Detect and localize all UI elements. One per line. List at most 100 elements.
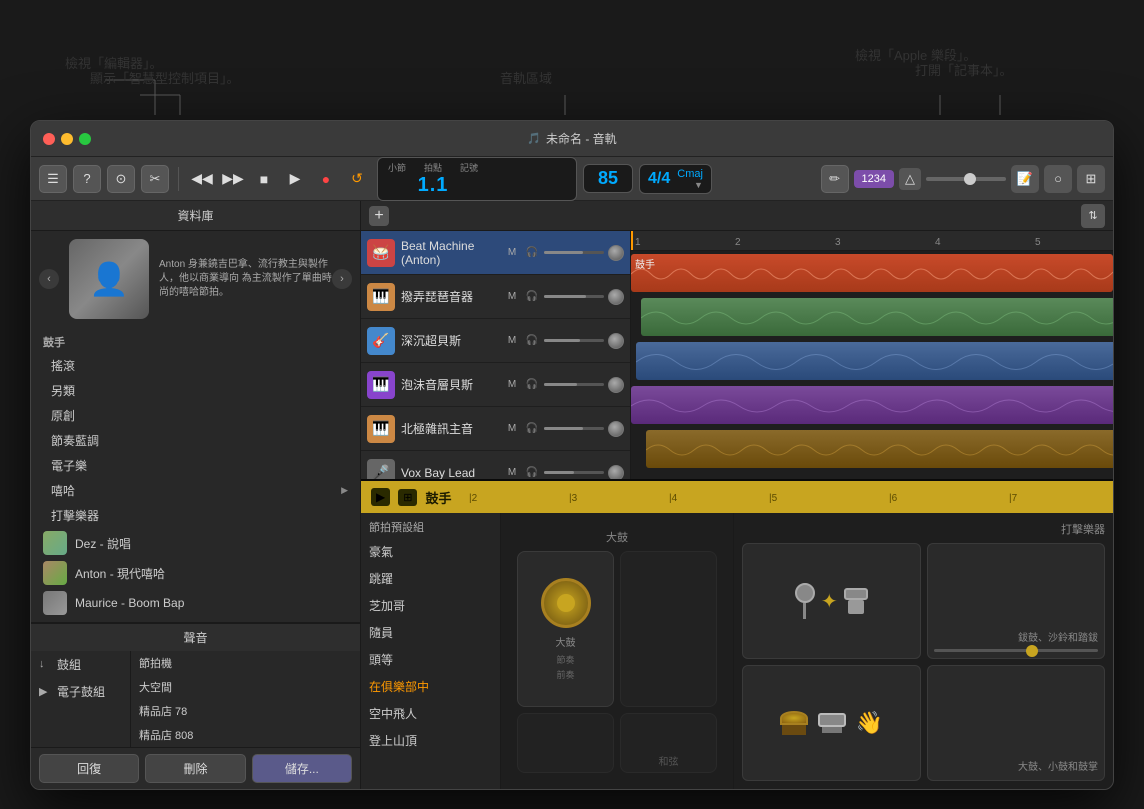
position-display[interactable]: 小節 拍點 記號 1.1 (377, 157, 577, 201)
minimize-button[interactable] (61, 133, 73, 145)
category-item-original[interactable]: 原創 (31, 403, 360, 428)
region-3[interactable] (636, 342, 1113, 380)
category-item-rnb[interactable]: 節奏藍調 (31, 428, 360, 453)
track-headphone-5[interactable]: 🎧 (524, 421, 540, 437)
preset-item-club[interactable]: 在俱樂部中 (361, 673, 500, 700)
track-knob-5[interactable] (608, 421, 624, 437)
track-headphone-1[interactable]: 🎧 (524, 245, 540, 261)
cycle-button[interactable]: ↺ (343, 165, 371, 193)
artist-prev-button[interactable]: ‹ (39, 269, 59, 289)
track-row-2[interactable]: 🎹 撥弄琵琶音器 M 🎧 (361, 275, 630, 319)
track-row-5[interactable]: 🎹 北極雜訊主音 M 🎧 (361, 407, 630, 451)
category-item-hiphop[interactable]: 嘻哈 (31, 478, 360, 503)
track-mute-3[interactable]: M (504, 333, 520, 349)
track-headphone-3[interactable]: 🎧 (524, 333, 540, 349)
library-button[interactable]: ☰ (39, 165, 67, 193)
percussion-pad-3[interactable]: 👋 (742, 665, 921, 781)
track-knob-6[interactable] (608, 465, 624, 480)
save-button[interactable]: 儲存... (252, 754, 352, 783)
note-button[interactable]: 📝 (1011, 165, 1039, 193)
category-item-rock[interactable]: 搖滾 (31, 353, 360, 378)
category-item-percussion[interactable]: 打擊樂器 (31, 503, 360, 528)
track-knob-4[interactable] (608, 377, 624, 393)
lower-mode-button[interactable]: ⊞ (398, 489, 417, 506)
fast-forward-button[interactable]: ▶▶ (219, 165, 247, 193)
preset-boutique-808[interactable]: 精品店 808 (131, 723, 360, 747)
category-item-electronic[interactable]: 電子樂 (31, 453, 360, 478)
record-button[interactable]: ● (312, 165, 340, 193)
lower-play-button[interactable]: ▶ (371, 488, 390, 506)
sounds-electronic-drums[interactable]: ▶ 電子鼓組 (31, 678, 130, 705)
preset-beat-machine[interactable]: 節拍機 (131, 651, 360, 675)
empty-pad-3[interactable]: 和弦 (620, 713, 717, 773)
apple-loops-button[interactable]: ⊞ (1077, 165, 1105, 193)
track-volume-5[interactable] (544, 427, 604, 430)
preset-item-hoaki[interactable]: 豪氣 (361, 538, 500, 565)
sounds-drum-kit[interactable]: ↓ 鼓組 (31, 651, 130, 678)
stop-button[interactable]: ■ (250, 165, 278, 193)
track-headphone-4[interactable]: 🎧 (524, 377, 540, 393)
track-volume-2[interactable] (544, 295, 604, 298)
preset-large-room[interactable]: 大空間 (131, 675, 360, 699)
track-mute-2[interactable]: M (504, 289, 520, 305)
track-headphone-2[interactable]: 🎧 (524, 289, 540, 305)
delete-button[interactable]: 刪除 (145, 754, 245, 783)
sort-button[interactable]: ⇅ (1081, 204, 1105, 228)
sub-item-anton[interactable]: Anton - 現代嘻哈 (31, 558, 360, 588)
mode-button[interactable]: 1234 (854, 170, 894, 188)
tune-button[interactable]: △ (899, 168, 921, 190)
track-volume-4[interactable] (544, 383, 604, 386)
tempo-display[interactable]: 85 (583, 164, 633, 193)
smart-controls-button[interactable]: ⊙ (107, 165, 135, 193)
sub-item-dez[interactable]: Dez - 說唱 (31, 528, 360, 558)
category-item-other[interactable]: 另類 (31, 378, 360, 403)
percussion-pad-2[interactable]: 鈸鼓、沙鈴和踏鈸 (927, 543, 1106, 659)
percussion-pad-1[interactable]: ✦ (742, 543, 921, 659)
track-volume-3[interactable] (544, 339, 604, 342)
preset-item-mountaintop[interactable]: 登上山頂 (361, 727, 500, 754)
track-knob-3[interactable] (608, 333, 624, 349)
track-row-1[interactable]: 🥁 Beat Machine (Anton) M 🎧 (361, 231, 630, 275)
cymbal-slider[interactable] (934, 649, 1099, 652)
track-mute-1[interactable]: M (504, 245, 520, 261)
close-button[interactable] (43, 133, 55, 145)
scissors-button[interactable]: ✂ (141, 165, 169, 193)
cymbal-slider-thumb[interactable] (1026, 645, 1038, 657)
track-row-3[interactable]: 🎸 深沉超貝斯 M 🎧 (361, 319, 630, 363)
region-5[interactable] (646, 430, 1113, 468)
track-volume-6[interactable] (544, 471, 604, 474)
master-volume[interactable] (926, 177, 1006, 181)
preset-boutique-78[interactable]: 精品店 78 (131, 699, 360, 723)
empty-pad-2[interactable] (517, 713, 614, 773)
preset-item-first-class[interactable]: 頭等 (361, 646, 500, 673)
track-row-4[interactable]: 🎹 泡沫音層貝斯 M 🎧 (361, 363, 630, 407)
fullscreen-button[interactable] (79, 133, 91, 145)
track-mute-4[interactable]: M (504, 377, 520, 393)
add-track-button[interactable]: + (369, 206, 389, 226)
track-mute-5[interactable]: M (504, 421, 520, 437)
preset-item-entourage[interactable]: 隨員 (361, 619, 500, 646)
editor-button[interactable]: ✏ (821, 165, 849, 193)
sub-item-maurice[interactable]: Maurice - Boom Bap (31, 588, 360, 618)
empty-pad-1[interactable] (620, 551, 717, 707)
artist-next-button[interactable]: › (332, 269, 352, 289)
region-1[interactable]: 鼓手 (631, 254, 1113, 292)
loop-button[interactable]: ○ (1044, 165, 1072, 193)
region-2[interactable] (641, 298, 1113, 336)
track-knob-2[interactable] (608, 289, 624, 305)
rewind-button[interactable]: ◀◀ (188, 165, 216, 193)
track-headphone-6[interactable]: 🎧 (524, 465, 540, 480)
track-mute-6[interactable]: M (504, 465, 520, 480)
percussion-pad-4[interactable]: 大鼓、小鼓和鼓掌 (927, 665, 1106, 781)
track-knob-1[interactable] (608, 245, 624, 261)
track-row-6[interactable]: 🎤 Vox Bay Lead M 🎧 (361, 451, 630, 479)
region-4[interactable] (631, 386, 1113, 424)
preset-item-airborne[interactable]: 空中飛人 (361, 700, 500, 727)
kick-pad[interactable]: 大鼓 節奏 前奏 (517, 551, 614, 707)
play-button[interactable]: ▶ (281, 165, 309, 193)
preset-item-chicago[interactable]: 芝加哥 (361, 592, 500, 619)
timesig-display[interactable]: 4/4 Cmaj ▼ (639, 164, 712, 194)
help-button[interactable]: ? (73, 165, 101, 193)
preset-item-jump[interactable]: 跳躍 (361, 565, 500, 592)
volume-slider[interactable] (926, 177, 1006, 181)
